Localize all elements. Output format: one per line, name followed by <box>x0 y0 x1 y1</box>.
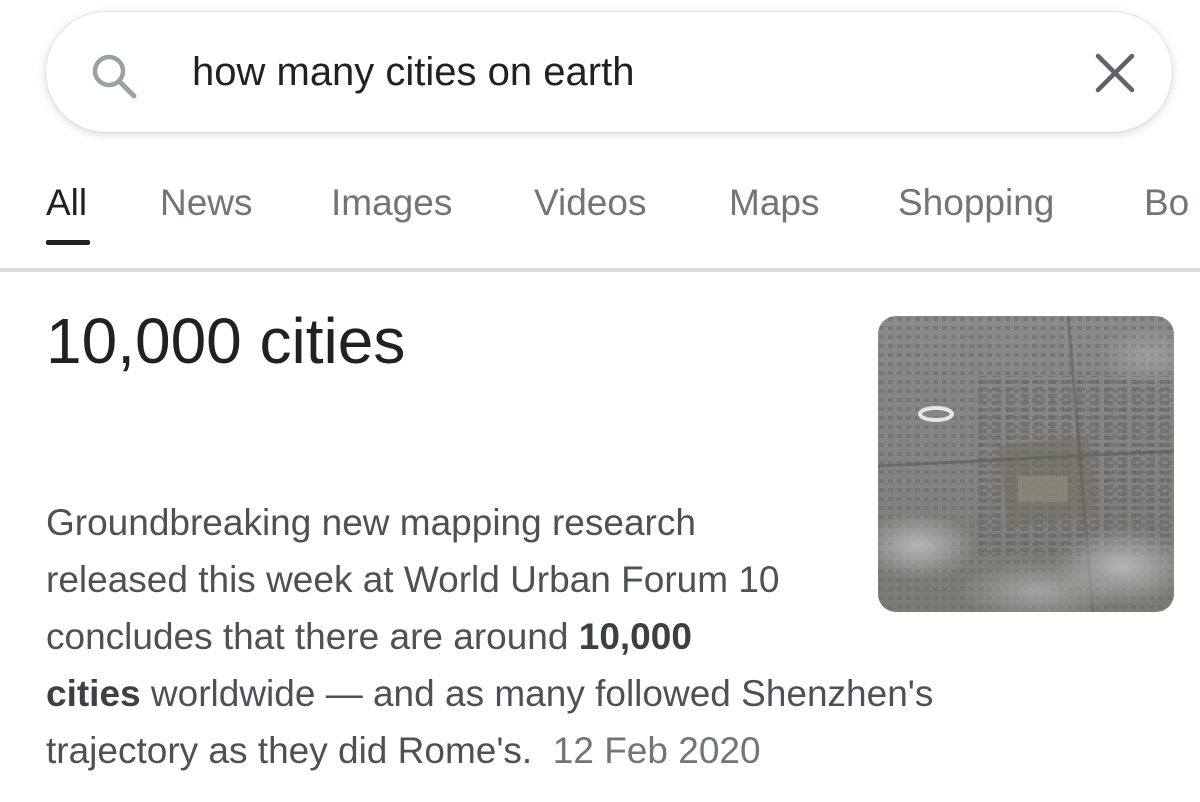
search-results-page: All News Images Videos Maps Shopping Bo … <box>0 0 1200 802</box>
tab-books[interactable]: Bo <box>1144 182 1189 224</box>
tab-maps[interactable]: Maps <box>729 182 819 224</box>
snippet-text: worldwide — and as many followed Shenzhe… <box>140 673 934 714</box>
snippet-text: concludes that there are around <box>46 616 579 657</box>
snippet-text: trajectory as they did Rome's. <box>46 730 533 771</box>
search-tabs: All News Images Videos Maps Shopping Bo <box>0 150 1200 270</box>
snippet-line: released this week at World Urban Forum … <box>46 559 780 600</box>
tab-news[interactable]: News <box>160 182 253 224</box>
snippet-date: 12 Feb 2020 <box>552 730 761 771</box>
tab-images[interactable]: Images <box>331 182 452 224</box>
search-bar[interactable] <box>46 12 1172 132</box>
search-icon[interactable] <box>88 50 140 102</box>
tab-all[interactable]: All <box>46 182 87 224</box>
snippet-line: cities worldwide — and as many followed … <box>46 665 1046 722</box>
snippet-line: concludes that there are around 10,000 <box>46 608 1046 665</box>
answer-snippet: Groundbreaking new mapping research rele… <box>46 494 1046 779</box>
answer-title: 10,000 cities <box>46 305 406 377</box>
close-icon[interactable] <box>1092 50 1138 96</box>
tabs-divider <box>0 268 1200 272</box>
search-input[interactable] <box>192 40 1052 104</box>
snippet-line: Groundbreaking new mapping research <box>46 502 696 543</box>
snippet-highlight: 10,000 <box>578 616 692 657</box>
tab-videos[interactable]: Videos <box>534 182 646 224</box>
snippet-highlight: cities <box>46 673 141 714</box>
tab-shopping[interactable]: Shopping <box>898 182 1054 224</box>
snippet-line: trajectory as they did Rome's. 12 Feb 20… <box>46 722 1046 779</box>
active-tab-indicator <box>46 240 90 245</box>
